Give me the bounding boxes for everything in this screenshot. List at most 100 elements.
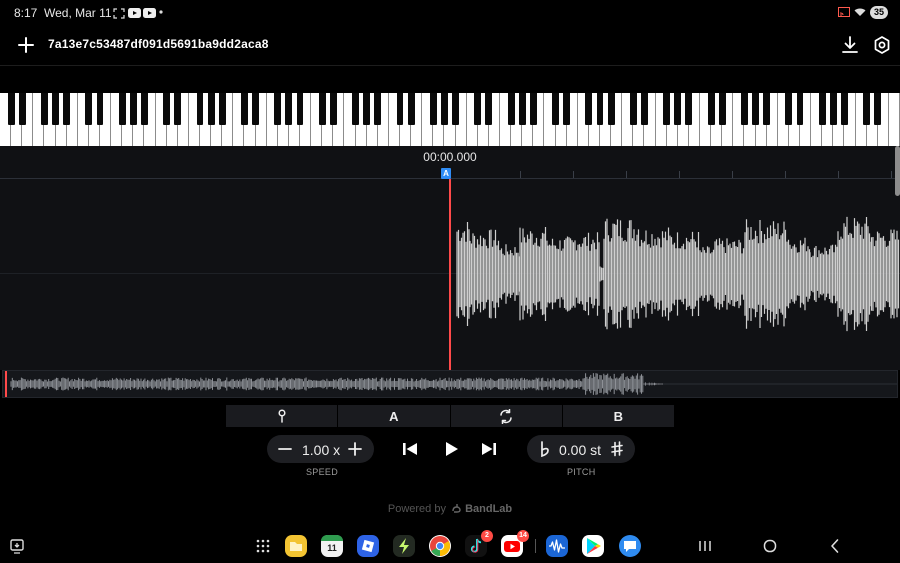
piano-black-key[interactable] xyxy=(829,93,837,125)
skip-next-icon[interactable] xyxy=(480,440,498,458)
piano-black-key[interactable] xyxy=(296,93,304,125)
piano-black-key[interactable] xyxy=(796,93,804,125)
playhead[interactable] xyxy=(449,179,451,370)
current-time: 00:00.000 xyxy=(423,150,477,164)
piano-black-key[interactable] xyxy=(241,93,248,125)
piano-black-key[interactable] xyxy=(707,93,715,125)
piano-black-key[interactable] xyxy=(141,93,148,125)
piano-black-key[interactable] xyxy=(218,93,226,125)
set-a-button[interactable]: A xyxy=(338,405,451,427)
piano-black-key[interactable] xyxy=(118,93,126,125)
youtube-app-icon[interactable]: 14 xyxy=(501,530,529,557)
skip-previous-icon[interactable] xyxy=(401,440,419,458)
piano-black-key[interactable] xyxy=(741,93,748,125)
voice-recorder-app-icon[interactable] xyxy=(546,535,568,557)
pin-button[interactable] xyxy=(226,405,339,427)
piano-black-key[interactable] xyxy=(685,93,693,125)
loop-ab-button[interactable] xyxy=(451,405,563,427)
piano-black-key[interactable] xyxy=(818,93,826,125)
flash-app-icon[interactable] xyxy=(393,535,415,557)
scrollbar[interactable] xyxy=(895,146,900,196)
piano-black-key[interactable] xyxy=(552,93,559,125)
speed-increase-button[interactable] xyxy=(345,439,365,459)
piano-black-key[interactable] xyxy=(41,93,48,125)
recents-icon[interactable] xyxy=(697,538,713,554)
piano-black-key[interactable] xyxy=(752,93,759,125)
loop-marker-a[interactable]: A xyxy=(441,168,451,179)
pitch-value: 0.00 st xyxy=(559,442,602,458)
piano-black-key[interactable] xyxy=(874,93,882,125)
back-icon[interactable] xyxy=(827,538,843,554)
piano-black-key[interactable] xyxy=(252,93,259,125)
piano-black-key[interactable] xyxy=(374,93,382,125)
piano-black-key[interactable] xyxy=(7,93,15,125)
status-date: Wed, Mar 11 xyxy=(44,6,112,20)
piano-black-key[interactable] xyxy=(318,93,326,125)
ruler-tick xyxy=(838,171,839,178)
piano-black-key[interactable] xyxy=(18,93,26,125)
set-b-button[interactable]: B xyxy=(563,405,674,427)
piano-black-key[interactable] xyxy=(663,93,671,125)
overview-playhead[interactable] xyxy=(5,371,7,397)
piano-black-key[interactable] xyxy=(607,93,615,125)
ruler-tick xyxy=(785,171,786,178)
tiktok-app-icon[interactable]: 2 xyxy=(465,530,493,557)
piano-black-key[interactable] xyxy=(529,93,537,125)
pitch-flat-button[interactable] xyxy=(535,439,555,459)
speed-decrease-button[interactable] xyxy=(275,439,295,459)
piano-black-key[interactable] xyxy=(863,93,871,125)
piano-black-key[interactable] xyxy=(763,93,771,125)
piano-black-key[interactable] xyxy=(518,93,526,125)
piano-black-key[interactable] xyxy=(174,93,182,125)
files-app-icon[interactable] xyxy=(285,535,307,557)
piano-black-key[interactable] xyxy=(596,93,604,125)
piano-black-key[interactable] xyxy=(85,93,93,125)
piano-black-key[interactable] xyxy=(441,93,448,125)
piano-black-key[interactable] xyxy=(841,93,848,125)
piano-black-key[interactable] xyxy=(329,93,337,125)
piano-black-key[interactable] xyxy=(585,93,593,125)
waveform-overview[interactable] xyxy=(2,370,898,398)
piano-black-key[interactable] xyxy=(629,93,637,125)
loop-ab-icon xyxy=(500,408,512,424)
piano-black-key[interactable] xyxy=(563,93,571,125)
piano-black-key[interactable] xyxy=(274,93,282,125)
piano-black-key[interactable] xyxy=(641,93,648,125)
piano-black-key[interactable] xyxy=(352,93,359,125)
piano-black-key[interactable] xyxy=(718,93,726,125)
roblox-app-icon[interactable] xyxy=(357,535,379,557)
piano-black-key[interactable] xyxy=(507,93,515,125)
pitch-sharp-button[interactable] xyxy=(607,439,627,459)
settings-hexagon-icon[interactable] xyxy=(873,35,891,55)
plus-icon[interactable] xyxy=(16,35,36,55)
messages-app-icon[interactable] xyxy=(619,535,641,557)
waveform-editor[interactable]: 00:00.000 A xyxy=(0,146,900,370)
piano-white-key[interactable] xyxy=(888,93,900,146)
piano-black-key[interactable] xyxy=(96,93,104,125)
piano-black-key[interactable] xyxy=(129,93,137,125)
piano-black-key[interactable] xyxy=(63,93,71,125)
chrome-app-icon[interactable] xyxy=(429,535,451,557)
piano-black-key[interactable] xyxy=(429,93,437,125)
piano-black-key[interactable] xyxy=(785,93,793,125)
piano-black-key[interactable] xyxy=(396,93,404,125)
piano-black-key[interactable] xyxy=(285,93,293,125)
piano-black-key[interactable] xyxy=(196,93,204,125)
app-drawer-icon[interactable] xyxy=(255,538,271,554)
piano-black-key[interactable] xyxy=(452,93,459,125)
piano-black-key[interactable] xyxy=(207,93,215,125)
piano-black-key[interactable] xyxy=(163,93,171,125)
play-store-app-icon[interactable] xyxy=(582,535,604,557)
download-icon[interactable] xyxy=(841,35,859,55)
calendar-app-icon[interactable]: 11 xyxy=(321,535,343,557)
piano-black-key[interactable] xyxy=(485,93,493,125)
piano-black-key[interactable] xyxy=(674,93,682,125)
play-icon[interactable] xyxy=(442,440,460,458)
piano-black-key[interactable] xyxy=(52,93,59,125)
home-icon[interactable] xyxy=(762,538,778,554)
piano-keyboard[interactable] xyxy=(0,93,900,146)
piano-black-key[interactable] xyxy=(474,93,482,125)
piano-black-key[interactable] xyxy=(363,93,371,125)
screen-capture-icon[interactable] xyxy=(9,538,25,554)
piano-black-key[interactable] xyxy=(407,93,415,125)
